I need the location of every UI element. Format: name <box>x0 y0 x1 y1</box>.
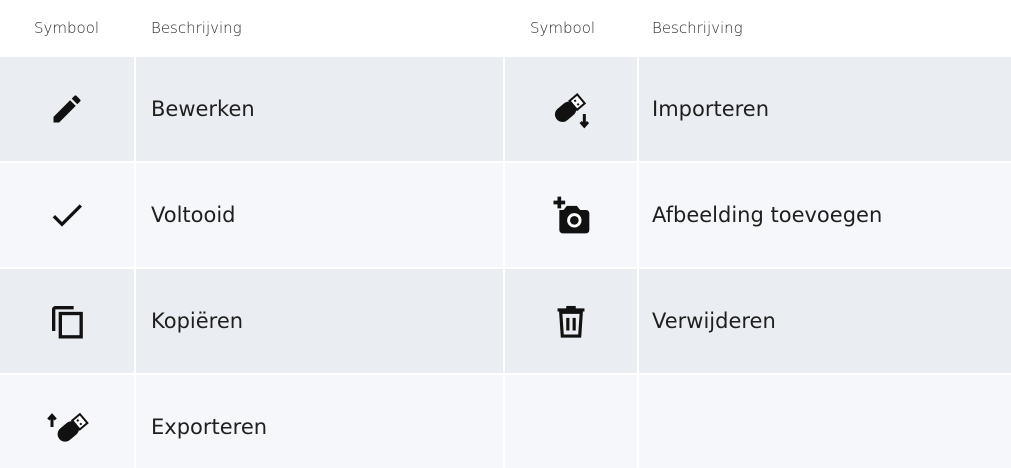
table-row: Verwijderen <box>505 269 1011 373</box>
row-label: Bewerken <box>136 57 503 161</box>
legend-column-right: Symbool Beschrijving Importeren Afbeeldi… <box>505 0 1011 468</box>
legend-column-left: Symbool Beschrijving Bewerken Voltooid K… <box>0 0 505 468</box>
row-label: Exporteren <box>136 375 503 468</box>
checkmark-icon <box>0 163 134 267</box>
icon-legend-table: Symbool Beschrijving Bewerken Voltooid K… <box>0 0 1011 468</box>
header-description: Beschrijving <box>151 18 242 37</box>
row-label: Verwijderen <box>639 269 1011 373</box>
pencil-icon <box>0 57 134 161</box>
row-label: Afbeelding toevoegen <box>639 163 1011 267</box>
row-label: Kopiëren <box>136 269 503 373</box>
table-row: Afbeelding toevoegen <box>505 163 1011 267</box>
usb-export-icon <box>0 375 134 468</box>
usb-import-icon <box>505 57 637 161</box>
row-label: Voltooid <box>136 163 503 267</box>
table-row: Importeren <box>505 57 1011 161</box>
add-photo-icon <box>505 163 637 267</box>
header-symbol: Symbool <box>34 18 100 37</box>
table-header: Symbool Beschrijving <box>0 0 505 55</box>
empty-symbol-cell <box>505 375 637 468</box>
header-symbol: Symbool <box>530 18 596 37</box>
table-row: Exporteren <box>0 375 505 468</box>
row-label <box>639 375 1011 468</box>
table-header: Symbool Beschrijving <box>505 0 1011 55</box>
row-label: Importeren <box>639 57 1011 161</box>
table-row: Kopiëren <box>0 269 505 373</box>
table-row: Bewerken <box>0 57 505 161</box>
header-description: Beschrijving <box>652 18 743 37</box>
copy-icon <box>0 269 134 373</box>
table-row <box>505 375 1011 468</box>
trash-icon <box>505 269 637 373</box>
table-row: Voltooid <box>0 163 505 267</box>
